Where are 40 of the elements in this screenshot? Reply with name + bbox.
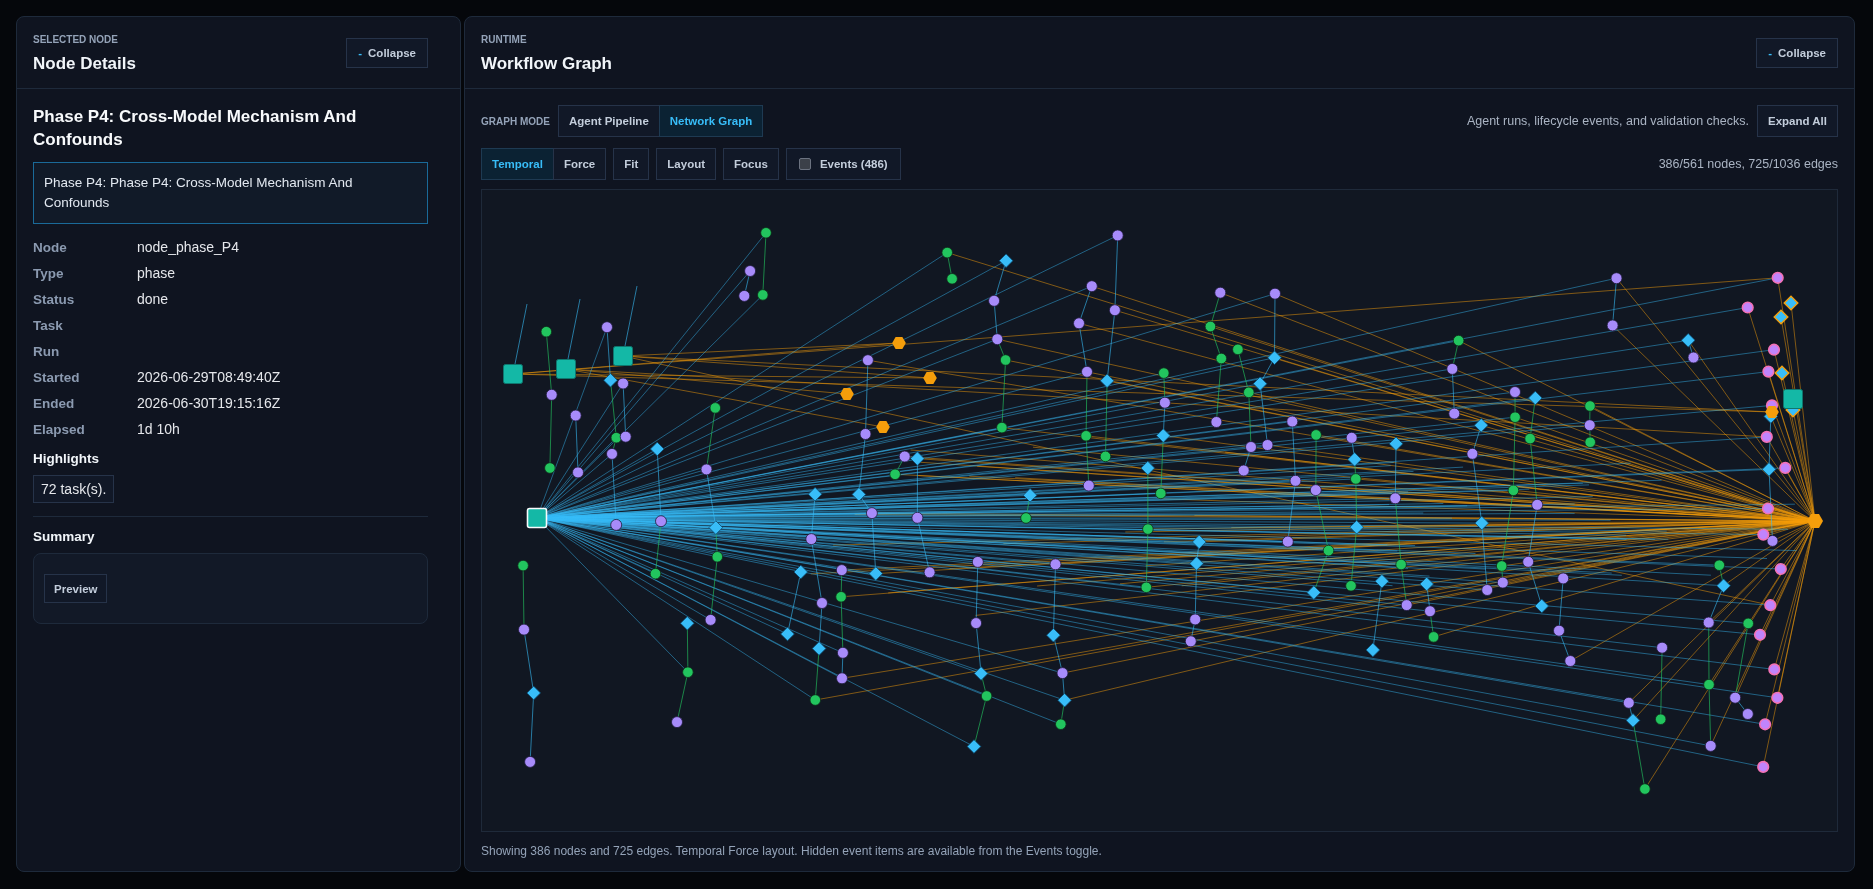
preview-button[interactable]: Preview (44, 574, 108, 603)
field-value: 2026-06-29T08:49:40Z (137, 369, 281, 385)
graph-description: Agent runs, lifecycle events, and validation checks. (1466, 114, 1749, 128)
field-value: 2026-06-30T19:15:16Z (137, 395, 281, 411)
events-toggle[interactable]: Events (486) (785, 148, 901, 180)
mode-tab[interactable]: Agent Pipeline (557, 105, 660, 137)
toolbar-button[interactable]: Focus (723, 148, 779, 180)
field-label: Run (33, 343, 60, 359)
expand-all-button[interactable]: Expand All (1757, 105, 1838, 137)
panel-eyebrow: RUNTIME (481, 34, 527, 46)
layout-tab[interactable]: Force (552, 148, 607, 180)
field-value: 1d 10h (137, 421, 180, 437)
field-value: done (137, 291, 169, 307)
graph-footer-text: Showing 386 nodes and 725 edges. Temporal Force layout. Hidden event items are available from the Events toggle. (481, 843, 1102, 859)
toolbar-button[interactable]: Layout (656, 148, 716, 180)
panel-title: Workflow Graph (481, 53, 612, 75)
field-label: Task (33, 317, 63, 333)
collapse-button[interactable]: - Collapse (1756, 38, 1838, 68)
collapse-button[interactable]: - Collapse (346, 38, 428, 68)
field-label: Node (33, 239, 67, 255)
field-value: phase (137, 265, 176, 281)
checkbox[interactable] (798, 158, 811, 170)
node-description: Phase P4: Phase P4: Cross-Model Mechanism And Confounds (33, 162, 428, 224)
field-label: Type (33, 265, 64, 281)
panel-eyebrow: SELECTED NODE (33, 34, 118, 46)
panel-title: Node Details (33, 53, 136, 75)
field-label: Elapsed (33, 421, 85, 437)
mode-tab[interactable]: Network Graph (658, 105, 764, 137)
node-title: Phase P4: Cross-Model Mechanism And Confounds (33, 106, 358, 151)
mode-label: GRAPH MODE (481, 115, 550, 127)
section-heading: Summary (33, 528, 95, 546)
graph-counts: 386/561 nodes, 725/1036 edges (1658, 157, 1838, 171)
toolbar-button[interactable]: Fit (613, 148, 650, 180)
highlight-tag: 72 task(s). (33, 475, 115, 503)
layout-tab[interactable]: Temporal (481, 148, 554, 180)
field-label: Ended (33, 395, 75, 411)
section-heading: Highlights (33, 450, 99, 468)
field-value: node_phase_P4 (137, 239, 239, 255)
field-label: Started (33, 369, 80, 385)
field-label: Status (33, 291, 75, 307)
